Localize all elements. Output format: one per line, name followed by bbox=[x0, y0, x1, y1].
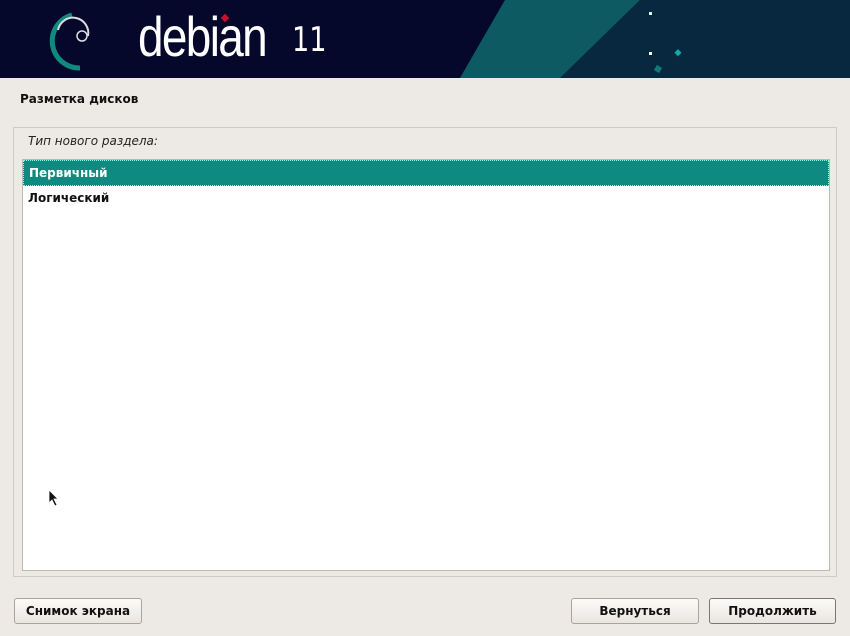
back-button[interactable]: Вернуться bbox=[571, 598, 699, 624]
debian-version: 11 bbox=[292, 20, 327, 60]
list-item-logical[interactable]: Логический bbox=[23, 186, 829, 210]
continue-button[interactable]: Продолжить bbox=[709, 598, 836, 624]
debian-logo-text: debian bbox=[138, 5, 268, 68]
debian-swirl-icon bbox=[49, 12, 81, 71]
page-title: Разметка дисков bbox=[20, 92, 139, 106]
question-prompt: Тип нового раздела: bbox=[28, 134, 158, 148]
list-item-primary[interactable]: Первичный bbox=[23, 160, 829, 186]
mouse-cursor-icon bbox=[48, 489, 59, 507]
partition-type-list[interactable]: Первичный Логический bbox=[22, 159, 830, 571]
debian-banner: debian 11 bbox=[0, 0, 850, 78]
screenshot-button[interactable]: Снимок экрана bbox=[14, 598, 142, 624]
banner-decoration bbox=[49, 0, 850, 78]
